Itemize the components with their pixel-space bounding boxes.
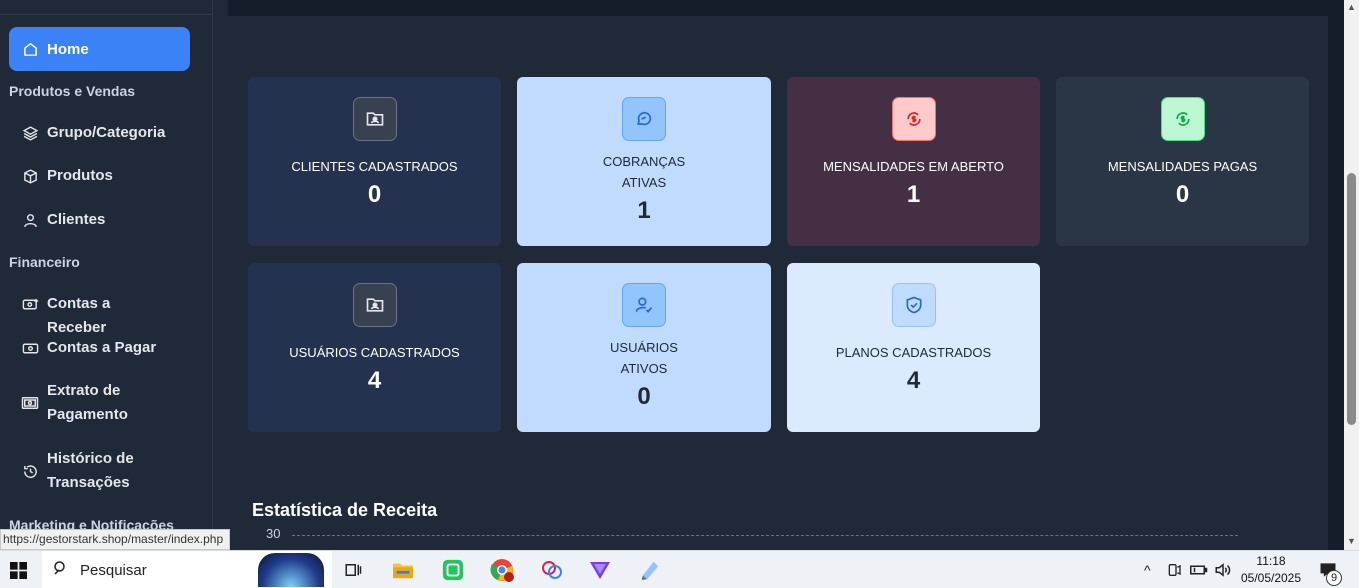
task-view-icon[interactable] <box>340 551 366 588</box>
sidebar: Home Produtos e Vendas Grupo/Categoria P… <box>0 0 213 550</box>
sidebar-item-grupo[interactable]: Grupo/Categoria <box>21 121 167 145</box>
header-strip <box>228 0 1344 16</box>
refresh-dollar-icon <box>891 97 936 141</box>
taskbar: Pesquisar ^ 11:18 05/05/2025 9 <box>0 550 1359 588</box>
windows-start-icon[interactable] <box>4 551 32 588</box>
notification-count-badge: 9 <box>1326 570 1342 586</box>
card-value: 0 <box>367 181 382 208</box>
clock-date: 05/05/2025 <box>1240 571 1302 585</box>
sidebar-item-label: Extrato de Pagamento <box>47 382 128 423</box>
taskbar-search[interactable]: Pesquisar <box>42 551 332 588</box>
user-check-icon <box>622 283 666 327</box>
card-title-line: ATIVOS <box>620 361 668 376</box>
shield-check-icon <box>891 283 936 327</box>
scrollbar-thumb[interactable] <box>1347 173 1356 425</box>
user-icon <box>21 208 39 232</box>
card-value: 0 <box>637 383 651 410</box>
home-icon <box>21 40 39 58</box>
card-title-line: COBRANÇAS <box>602 154 686 169</box>
card-cobrancas-ativas[interactable]: COBRANÇAS ATIVAS 1 <box>517 77 771 246</box>
scroll-up-icon[interactable]: ▲ <box>1347 2 1356 12</box>
sidebar-item-label: Contas a Receber <box>47 295 111 336</box>
sidebar-item-label: Histórico de Transações <box>47 450 134 491</box>
snipping-tool-icon[interactable] <box>538 551 566 588</box>
revenue-stats-title: Estatística de Receita <box>252 500 438 520</box>
search-icon <box>52 559 70 581</box>
search-placeholder: Pesquisar <box>80 561 147 579</box>
weather-widget-icon <box>258 553 324 587</box>
sidebar-item-label: Grupo/Categoria <box>47 124 166 141</box>
section-title-produtos: Produtos e Vendas <box>9 83 136 99</box>
card-mensalidades-aberto[interactable]: MENSALIDADES EM ABERTO 1 <box>787 77 1040 246</box>
sidebar-item-contas-pagar[interactable]: Contas a Pagar <box>21 336 167 360</box>
receipt-icon <box>21 379 39 427</box>
card-title: MENSALIDADES EM ABERTO <box>823 159 1004 174</box>
card-clientes-cadastrados[interactable]: CLIENTES CADASTRADOS 0 <box>248 77 501 246</box>
history-icon <box>21 447 39 495</box>
card-title-line: ATIVAS <box>621 175 667 190</box>
status-url: https://gestorstark.shop/master/index.ph… <box>0 529 231 550</box>
card-planos-cadastrados[interactable]: PLANOS CADASTRADOS 4 <box>787 263 1040 432</box>
card-mensalidades-pagas[interactable]: MENSALIDADES PAGAS 0 <box>1056 77 1309 246</box>
chart-y-tick: 30 <box>266 526 281 541</box>
inner-scroll-area <box>1328 0 1344 550</box>
vpn-triangle-icon[interactable] <box>586 551 614 588</box>
money-in-icon <box>21 292 39 316</box>
section-title-financeiro: Financeiro <box>9 254 80 270</box>
contact-folder-icon <box>352 97 397 141</box>
box-icon <box>21 164 39 188</box>
sidebar-item-historico[interactable]: Histórico de Transações <box>21 447 167 495</box>
app-green-icon[interactable] <box>440 551 466 588</box>
card-title: COBRANÇAS ATIVAS <box>603 151 685 193</box>
sidebar-item-label: Contas a Pagar <box>47 339 157 356</box>
taskbar-clock[interactable]: 11:18 05/05/2025 <box>1236 553 1306 587</box>
layers-icon <box>21 121 39 145</box>
file-explorer-icon[interactable] <box>390 551 416 588</box>
card-usuarios-cadastrados[interactable]: USUÁRIOS CADASTRADOS 4 <box>248 263 501 432</box>
chat-icon <box>622 97 666 141</box>
tray-chevron-icon[interactable]: ^ <box>1144 551 1151 588</box>
clock-time: 11:18 <box>1256 554 1286 568</box>
card-title: CLIENTES CADASTRADOS <box>291 159 458 174</box>
chart-gridline <box>292 535 1238 536</box>
notepad-app-icon[interactable] <box>636 551 664 588</box>
card-value: 4 <box>906 367 921 394</box>
sidebar-item-label: Produtos <box>47 167 113 184</box>
card-title: USUÁRIOS CADASTRADOS <box>289 345 460 360</box>
card-title: MENSALIDADES PAGAS <box>1107 159 1258 174</box>
scroll-down-icon[interactable]: ▼ <box>1347 536 1356 546</box>
sidebar-divider <box>0 14 212 15</box>
card-title: PLANOS CADASTRADOS <box>835 345 992 360</box>
sidebar-item-label: Clientes <box>47 211 106 228</box>
notifications-icon[interactable]: 9 <box>1318 551 1342 588</box>
refresh-dollar-icon <box>1160 97 1205 141</box>
card-value: 4 <box>367 367 382 394</box>
card-value: 1 <box>637 197 651 224</box>
sidebar-item-home[interactable]: Home <box>9 27 190 71</box>
battery-icon[interactable] <box>1190 551 1208 588</box>
card-value: 1 <box>906 181 921 208</box>
card-usuarios-ativos[interactable]: USUÁRIOS ATIVOS 0 <box>517 263 771 432</box>
card-title: USUÁRIOS ATIVOS <box>610 337 678 379</box>
contact-folder-icon <box>352 283 397 327</box>
card-value: 0 <box>1175 181 1190 208</box>
sidebar-item-clientes[interactable]: Clientes <box>21 208 167 232</box>
money-out-icon <box>21 336 39 360</box>
sidebar-item-extrato[interactable]: Extrato de Pagamento <box>21 379 167 427</box>
card-title-line: USUÁRIOS <box>610 340 678 355</box>
chrome-icon[interactable] <box>488 551 516 588</box>
meet-now-icon[interactable] <box>1166 551 1182 588</box>
volume-icon[interactable] <box>1214 551 1232 588</box>
sidebar-item-label: Home <box>47 40 89 58</box>
sidebar-item-contas-receber[interactable]: Contas a Receber <box>21 292 167 340</box>
sidebar-item-produtos[interactable]: Produtos <box>21 164 167 188</box>
